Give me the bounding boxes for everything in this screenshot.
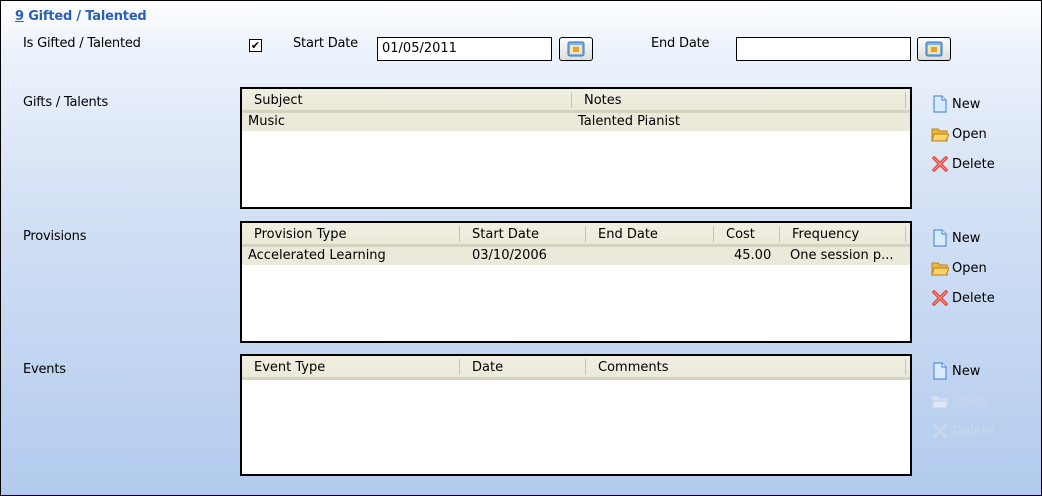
column-header-notes[interactable]: Notes [572,92,906,108]
cell-notes: Talented Pianist [578,114,680,129]
events-label: Events [23,362,66,377]
provisions-delete-button[interactable]: Delete [931,283,995,313]
events-delete-button: Delete [931,416,995,446]
column-header-frequency[interactable]: Frequency [780,226,906,242]
grid-header: Provision Type Start Date End Date Cost … [242,223,910,247]
open-folder-icon [931,128,949,142]
start-date-label: Start Date [293,36,358,51]
delete-label: Delete [952,290,995,306]
gifts-talents-label: Gifts / Talents [23,95,109,110]
open-label: Open [952,260,987,276]
column-header-end-date[interactable]: End Date [586,226,714,242]
new-document-icon [933,362,947,380]
cell-start-date: 03/10/2006 [472,248,547,263]
provisions-new-button[interactable]: New [931,223,995,253]
grid-header: Event Type Date Comments [242,356,910,380]
column-header-cost[interactable]: Cost [714,226,780,242]
events-new-button[interactable]: New [931,356,995,386]
column-header-date[interactable]: Date [460,359,586,375]
column-header-comments[interactable]: Comments [586,359,906,375]
delete-x-icon [932,423,948,439]
end-date-input[interactable] [736,37,911,61]
open-folder-icon [931,395,949,409]
column-header-event-type[interactable]: Event Type [242,359,460,375]
new-document-icon [933,95,947,113]
end-date-calendar-button[interactable] [917,37,951,61]
section-title: 9 Gifted / Talented [15,9,147,24]
delete-x-icon [932,156,948,172]
events-grid: Event Type Date Comments [240,354,912,476]
new-label: New [952,230,981,246]
is-gifted-label: Is Gifted / Talented [23,36,141,51]
provisions-open-button[interactable]: Open [931,253,995,283]
section-number: 9 [15,9,24,24]
column-header-provision-type[interactable]: Provision Type [242,226,460,242]
column-header-subject[interactable]: Subject [242,92,572,108]
cell-frequency: One session p... [790,248,894,263]
open-label: Open [952,126,987,142]
cell-cost: 45.00 [734,248,772,263]
open-label: Open [952,393,987,409]
table-row[interactable]: Music Talented Pianist [242,113,910,131]
grid-header: Subject Notes [242,89,910,113]
gifts-actions: New Open Delete [931,89,995,179]
provisions-grid: Provision Type Start Date End Date Cost … [240,221,912,343]
end-date-label: End Date [651,36,710,51]
is-gifted-checkbox[interactable]: ✔ [249,39,262,52]
gifts-talents-grid: Subject Notes Music Talented Pianist [240,87,912,209]
new-label: New [952,363,981,379]
provisions-label: Provisions [23,229,87,244]
section-title-text: Gifted / Talented [28,9,147,24]
events-actions: New Open Delete [931,356,995,446]
new-document-icon [933,229,947,247]
delete-label: Delete [952,156,995,172]
open-folder-icon [931,262,949,276]
provisions-actions: New Open Delete [931,223,995,313]
start-date-input[interactable]: 01/05/2011 [377,37,552,61]
column-header-start-date[interactable]: Start Date [460,226,586,242]
gifts-delete-button[interactable]: Delete [931,149,995,179]
gifts-open-button[interactable]: Open [931,119,995,149]
new-label: New [952,96,981,112]
cell-provision-type: Accelerated Learning [248,248,386,263]
calendar-icon [567,41,585,57]
delete-x-icon [932,290,948,306]
calendar-icon [925,41,943,57]
delete-label: Delete [952,423,995,439]
start-date-calendar-button[interactable] [559,37,593,61]
gifts-new-button[interactable]: New [931,89,995,119]
table-row[interactable]: Accelerated Learning 03/10/2006 45.00 On… [242,247,910,265]
gifted-talented-panel: 9 Gifted / Talented Is Gifted / Talented… [0,0,1042,496]
cell-subject: Music [248,114,285,129]
events-open-button: Open [931,386,995,416]
cell-end-date [586,247,714,265]
